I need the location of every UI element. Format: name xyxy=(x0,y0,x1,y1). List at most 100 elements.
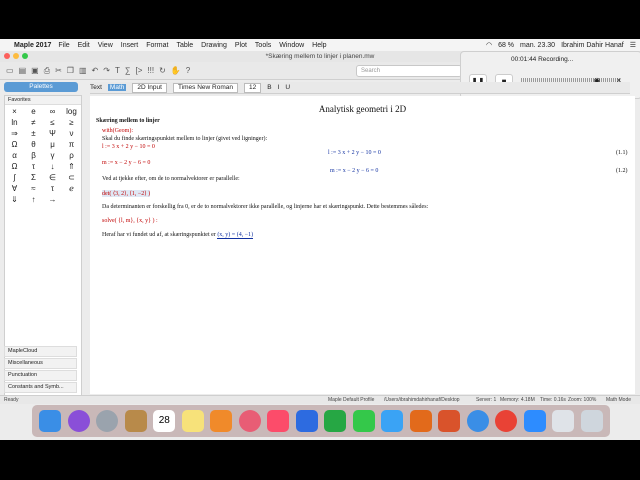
solve-command[interactable]: solve( {l, m}, {x, y} ) : xyxy=(102,218,158,224)
zoom-app-icon[interactable] xyxy=(523,410,546,432)
finder-icon[interactable] xyxy=(39,410,62,432)
battery-percent[interactable]: 68 % xyxy=(498,42,514,49)
menu-app-name[interactable]: Maple 2017 xyxy=(14,42,51,49)
menu-insert[interactable]: Insert xyxy=(121,42,139,49)
menu-edit[interactable]: Edit xyxy=(78,42,90,49)
stop-icon[interactable]: ✋ xyxy=(171,66,181,75)
palette-symbol[interactable]: ∀ xyxy=(5,184,24,193)
palette-symbol[interactable]: τ xyxy=(24,162,43,171)
conclusion-text[interactable]: Heraf har vi fundet ud af, at skæringspu… xyxy=(102,232,254,239)
menu-view[interactable]: View xyxy=(98,42,113,49)
palette-symbol[interactable]: ∞ xyxy=(43,107,62,116)
palette-symbol[interactable]: ρ xyxy=(62,151,81,160)
keynote-icon[interactable] xyxy=(295,410,318,432)
favorites-header[interactable]: Favorites xyxy=(5,96,81,105)
palette-symbol[interactable]: ν xyxy=(62,129,81,138)
underline-icon[interactable]: U xyxy=(285,84,290,91)
palette-symbol[interactable]: → xyxy=(43,195,62,204)
cut-icon[interactable]: ✂ xyxy=(55,66,62,75)
clock[interactable]: man. 23.30 xyxy=(520,42,555,49)
section-heading[interactable]: Skæring mellem to linjer xyxy=(96,118,160,124)
print-icon[interactable]: ⎙ xyxy=(44,66,50,76)
palette-symbol[interactable]: π xyxy=(62,140,81,149)
user-name[interactable]: Ibrahim Dahir Hanaf xyxy=(561,42,624,49)
menu-plot[interactable]: Plot xyxy=(235,42,247,49)
palette-symbol[interactable]: Σ xyxy=(24,173,43,182)
palette-section-maplecloud[interactable]: MapleCloud xyxy=(4,346,77,357)
launchpad-icon[interactable] xyxy=(96,410,119,432)
det-result-text[interactable]: Da determinanten er forskellig fra 0, er… xyxy=(102,204,428,210)
palette-symbol[interactable]: α xyxy=(5,151,24,160)
palette-symbol[interactable]: ± xyxy=(24,129,43,138)
undo-icon[interactable]: ↶ xyxy=(92,66,99,75)
palette-symbol[interactable]: ∫ xyxy=(5,173,24,182)
palette-symbol[interactable]: Ψ xyxy=(43,129,62,138)
math-mode-button[interactable]: Math xyxy=(107,84,127,91)
palette-symbol[interactable]: × xyxy=(5,107,24,116)
itunes-icon[interactable] xyxy=(267,410,290,432)
text-mode-button[interactable]: Text xyxy=(90,84,102,91)
notes-icon[interactable] xyxy=(124,410,147,432)
menu-list-icon[interactable]: ☰ xyxy=(630,41,636,49)
intro-text[interactable]: Skal du finde skæringspunktet mellem to … xyxy=(102,136,267,142)
open-icon[interactable]: ▤ xyxy=(19,66,27,75)
palette-symbol[interactable]: ℯ xyxy=(62,184,81,193)
bold-icon[interactable]: B xyxy=(267,84,271,91)
menu-format[interactable]: Format xyxy=(146,42,168,49)
font-select[interactable]: Times New Roman xyxy=(172,82,238,93)
palette-symbol[interactable]: γ xyxy=(43,151,62,160)
palette-section-miscellaneous[interactable]: Miscellaneous xyxy=(4,358,77,369)
save-icon[interactable]: ▣ xyxy=(31,66,39,75)
menu-window[interactable]: Window xyxy=(279,42,304,49)
help-icon[interactable]: ? xyxy=(186,66,190,75)
palette-symbol[interactable]: ↓ xyxy=(43,162,62,171)
math-icon[interactable]: ∑ xyxy=(125,66,131,75)
palette-symbol[interactable]: Ω xyxy=(5,162,24,171)
check-text[interactable]: Ved at tjekke efter, om de to normalvekt… xyxy=(102,176,240,182)
siri-icon[interactable] xyxy=(67,410,90,432)
menu-file[interactable]: File xyxy=(58,42,69,49)
input-m[interactable]: m := x − 2 y − 6 = 0 xyxy=(102,160,150,166)
books-icon[interactable] xyxy=(210,410,233,432)
photos-icon[interactable] xyxy=(238,410,261,432)
palette-section-punctuation[interactable]: Punctuation xyxy=(4,370,77,381)
redo-icon[interactable]: ↷ xyxy=(103,66,110,75)
palette-symbol[interactable]: ⊂ xyxy=(62,173,81,182)
copy-icon[interactable]: ❐ xyxy=(67,66,74,75)
palette-symbol[interactable]: ↑ xyxy=(24,195,43,204)
paste-icon[interactable]: ▥ xyxy=(79,66,87,75)
italic-icon[interactable]: I xyxy=(278,84,280,91)
palette-symbol[interactable]: ln xyxy=(5,118,24,127)
screenshot-icon[interactable] xyxy=(552,410,575,432)
palette-symbol[interactable]: ⇑ xyxy=(62,162,81,171)
menu-tools[interactable]: Tools xyxy=(255,42,271,49)
palette-symbol[interactable]: Ω xyxy=(5,140,24,149)
maple-icon[interactable] xyxy=(438,410,461,432)
palette-symbol[interactable]: ≤ xyxy=(43,118,62,127)
calendar-icon[interactable]: 28 xyxy=(153,410,176,432)
text-icon[interactable]: T xyxy=(115,66,120,75)
input-l[interactable]: l := 3 x + 2 y − 10 = 0 xyxy=(102,144,155,150)
trash-icon[interactable] xyxy=(580,410,603,432)
restart-command[interactable]: with(Geom): xyxy=(102,128,133,134)
palette-symbol[interactable]: ≠ xyxy=(24,118,43,127)
execute-icon[interactable]: !!! xyxy=(147,66,154,75)
ibooks-icon[interactable] xyxy=(409,410,432,432)
palette-symbol[interactable]: ∈ xyxy=(43,173,62,182)
search-input[interactable]: Search xyxy=(356,65,462,77)
palette-section-constants[interactable]: Constants and Symb... xyxy=(4,382,77,393)
palette-symbol[interactable]: e xyxy=(24,107,43,116)
palette-symbol[interactable]: β xyxy=(24,151,43,160)
safari-icon[interactable] xyxy=(466,410,489,432)
font-size-select[interactable]: 12 xyxy=(243,82,262,93)
palette-symbol[interactable]: ⇒ xyxy=(5,129,24,138)
stickies-icon[interactable] xyxy=(181,410,204,432)
new-icon[interactable]: ▭ xyxy=(6,66,14,75)
zoom-icon[interactable] xyxy=(22,53,28,59)
document-area[interactable]: Analytisk geometri i 2D Skæring mellem t… xyxy=(90,96,635,394)
input-mode-select[interactable]: 2D Input xyxy=(132,82,167,93)
palette-symbol[interactable]: log xyxy=(62,107,81,116)
chrome-icon[interactable] xyxy=(495,410,518,432)
messages-icon[interactable] xyxy=(381,410,404,432)
palette-symbol[interactable]: ⇓ xyxy=(5,195,24,204)
